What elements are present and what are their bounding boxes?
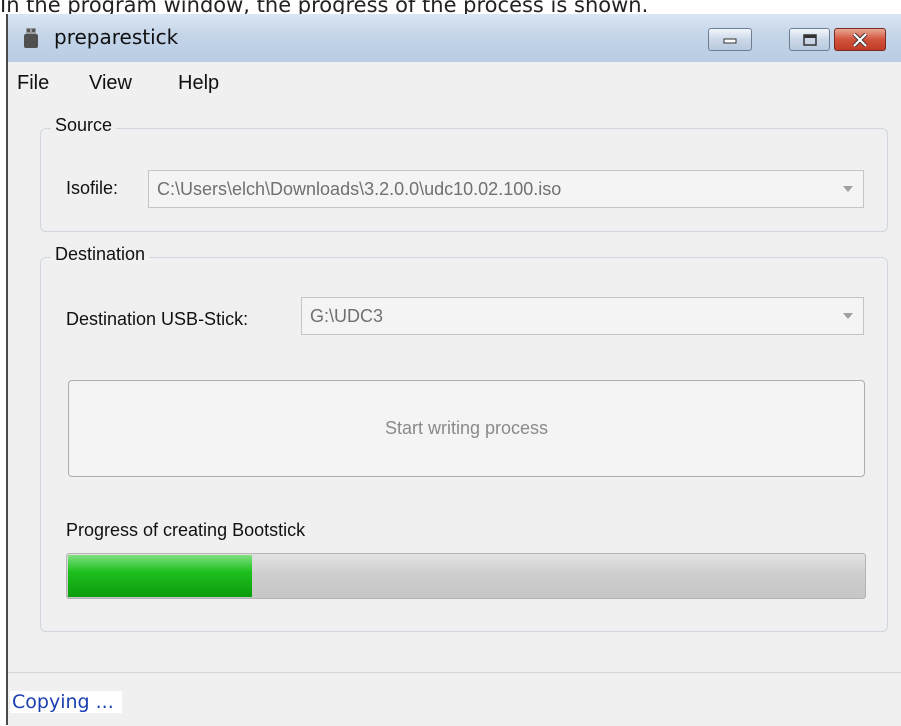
- menu-bar: File View Help: [8, 66, 901, 106]
- start-writing-button[interactable]: Start writing process: [68, 380, 865, 477]
- title-bar[interactable]: preparestick: [8, 14, 901, 62]
- isofile-value: C:\Users\elch\Downloads\3.2.0.0\udc10.02…: [157, 179, 562, 199]
- window-title: preparestick: [54, 25, 179, 49]
- isofile-label: Isofile:: [66, 178, 119, 198]
- close-button[interactable]: [834, 28, 886, 51]
- close-icon: [852, 32, 868, 47]
- progress-label: Progress of creating Bootstick: [66, 520, 306, 540]
- minimize-button[interactable]: [708, 28, 752, 51]
- destination-legend: Destination: [51, 244, 150, 265]
- maximize-button[interactable]: [789, 28, 830, 51]
- start-writing-label: Start writing process: [384, 418, 549, 438]
- usb-stick-value: G:\UDC3: [310, 306, 384, 326]
- status-text: Copying ...: [10, 691, 122, 713]
- isofile-dropdown[interactable]: C:\Users\elch\Downloads\3.2.0.0\udc10.02…: [148, 170, 864, 208]
- usb-stick-dropdown[interactable]: G:\UDC3: [301, 297, 864, 335]
- source-legend: Source: [51, 115, 117, 136]
- usb-stick-label: Destination USB-Stick:: [66, 309, 249, 329]
- menu-file[interactable]: File: [17, 72, 49, 95]
- usb-stick-icon: [24, 28, 38, 48]
- progress-fill: [68, 555, 252, 597]
- maximize-icon: [802, 33, 817, 46]
- status-bar: Copying ...: [8, 672, 901, 726]
- menu-view[interactable]: View: [89, 72, 132, 95]
- minimize-icon: [723, 38, 737, 43]
- chevron-down-icon: [843, 186, 853, 192]
- menu-help[interactable]: Help: [178, 72, 219, 95]
- progress-bar: [66, 553, 866, 599]
- chevron-down-icon: [843, 313, 853, 319]
- app-window: preparestick File View Help Source Isofi…: [6, 14, 901, 726]
